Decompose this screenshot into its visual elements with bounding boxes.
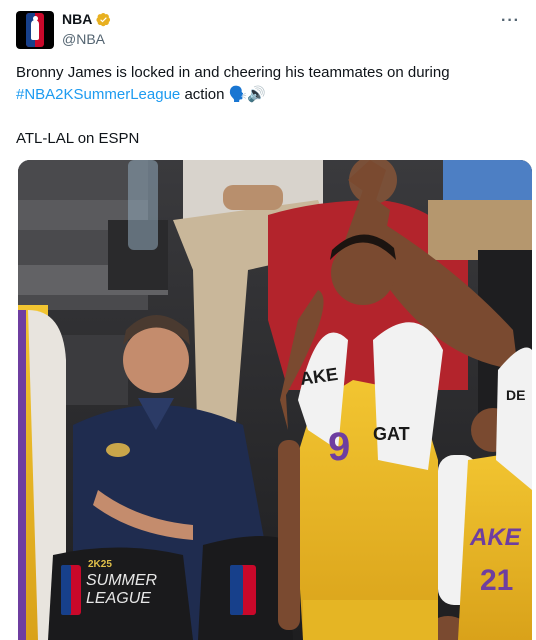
right-jersey-number: 21 — [480, 564, 513, 597]
hashtag-link[interactable]: #NBA2KSummerLeague — [16, 86, 180, 103]
display-name[interactable]: NBA — [62, 11, 92, 27]
chair-text-1: SUMMER — [86, 572, 158, 589]
chair-text-2: LEAGUE — [86, 590, 151, 607]
handle[interactable]: @NBA — [62, 31, 105, 47]
nba-logo-icon — [26, 13, 44, 47]
avatar[interactable] — [16, 11, 54, 49]
speaking-loud-emoji: 🗣️🔊 — [228, 86, 266, 103]
more-options-icon[interactable]: ··· — [501, 12, 520, 30]
towel-edge-text: DE — [506, 387, 525, 403]
court-photo: 2K25 SUMMER LEAGUE AKE GAT 9 AKE 21 DE — [18, 160, 532, 640]
tweet-line-2: #NBA2KSummerLeague action 🗣️🔊 — [16, 84, 521, 106]
tweet-text: Bronny James is locked in and cheering h… — [16, 62, 521, 150]
verified-badge-icon — [96, 12, 111, 26]
tweet-line-3: ATL-LAL on ESPN — [16, 130, 140, 147]
jersey-number: 9 — [328, 425, 350, 469]
chair-year-text: 2K25 — [88, 559, 112, 570]
tweet-header: NBA @NBA ··· — [16, 10, 520, 50]
towel-text-2: GAT — [373, 424, 410, 444]
media-image[interactable]: 2K25 SUMMER LEAGUE AKE GAT 9 AKE 21 DE — [18, 160, 532, 640]
tweet-line-1: Bronny James is locked in and cheering h… — [16, 64, 450, 81]
name-row: NBA — [62, 11, 111, 27]
tweet-action-word: action — [184, 86, 225, 103]
right-jersey-text: AKE — [469, 524, 522, 551]
